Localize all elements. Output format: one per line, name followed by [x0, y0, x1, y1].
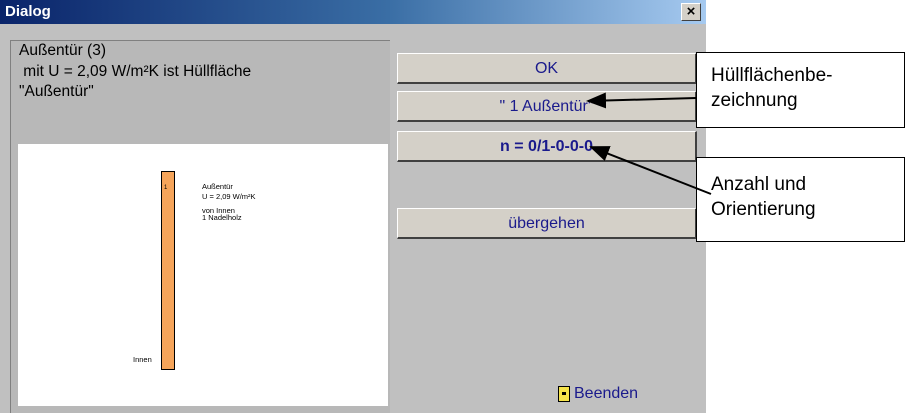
u-value-text: mit U = 2,09 W/m²K ist Hüllfläche — [19, 63, 252, 80]
count-orientation-button[interactable]: n = 0/1-0-0-0 — [397, 131, 697, 162]
hull-name-text: "Außentür" — [19, 83, 94, 100]
callout-count-line1: Anzahl und — [711, 174, 807, 195]
door-icon — [558, 386, 570, 402]
ok-button[interactable]: OK — [397, 53, 697, 84]
close-button[interactable]: × — [681, 3, 701, 21]
hull-name-button[interactable]: " 1 Außentür" — [397, 91, 697, 122]
end-button-label: Beenden — [574, 385, 639, 402]
callout-hull-name-line2: zeichnung — [711, 90, 798, 111]
element-name-text: Außentür (3) — [19, 42, 107, 59]
drawing-material: 1 Nadelholz — [202, 213, 242, 222]
drawing-inside-label: Innen — [133, 355, 152, 364]
window-title: Dialog — [5, 3, 51, 20]
layer-bar — [161, 171, 175, 370]
door-knob — [562, 392, 566, 395]
drawing-u-value: U = 2,09 W/m²K — [202, 192, 256, 201]
skip-button[interactable]: übergehen — [397, 208, 697, 239]
title-bar[interactable]: Dialog × — [0, 0, 706, 24]
layer-number: 1 — [164, 185, 168, 191]
callout-hull-name-line1: Hüllflächenbe- — [711, 65, 833, 86]
drawing-element-name: Außentür — [202, 182, 233, 191]
callout-hull-name: Hüllflächenbe- zeichnung — [696, 52, 905, 128]
callout-count-line2: Orientierung — [711, 199, 816, 220]
callout-count: Anzahl und Orientierung — [696, 157, 905, 242]
